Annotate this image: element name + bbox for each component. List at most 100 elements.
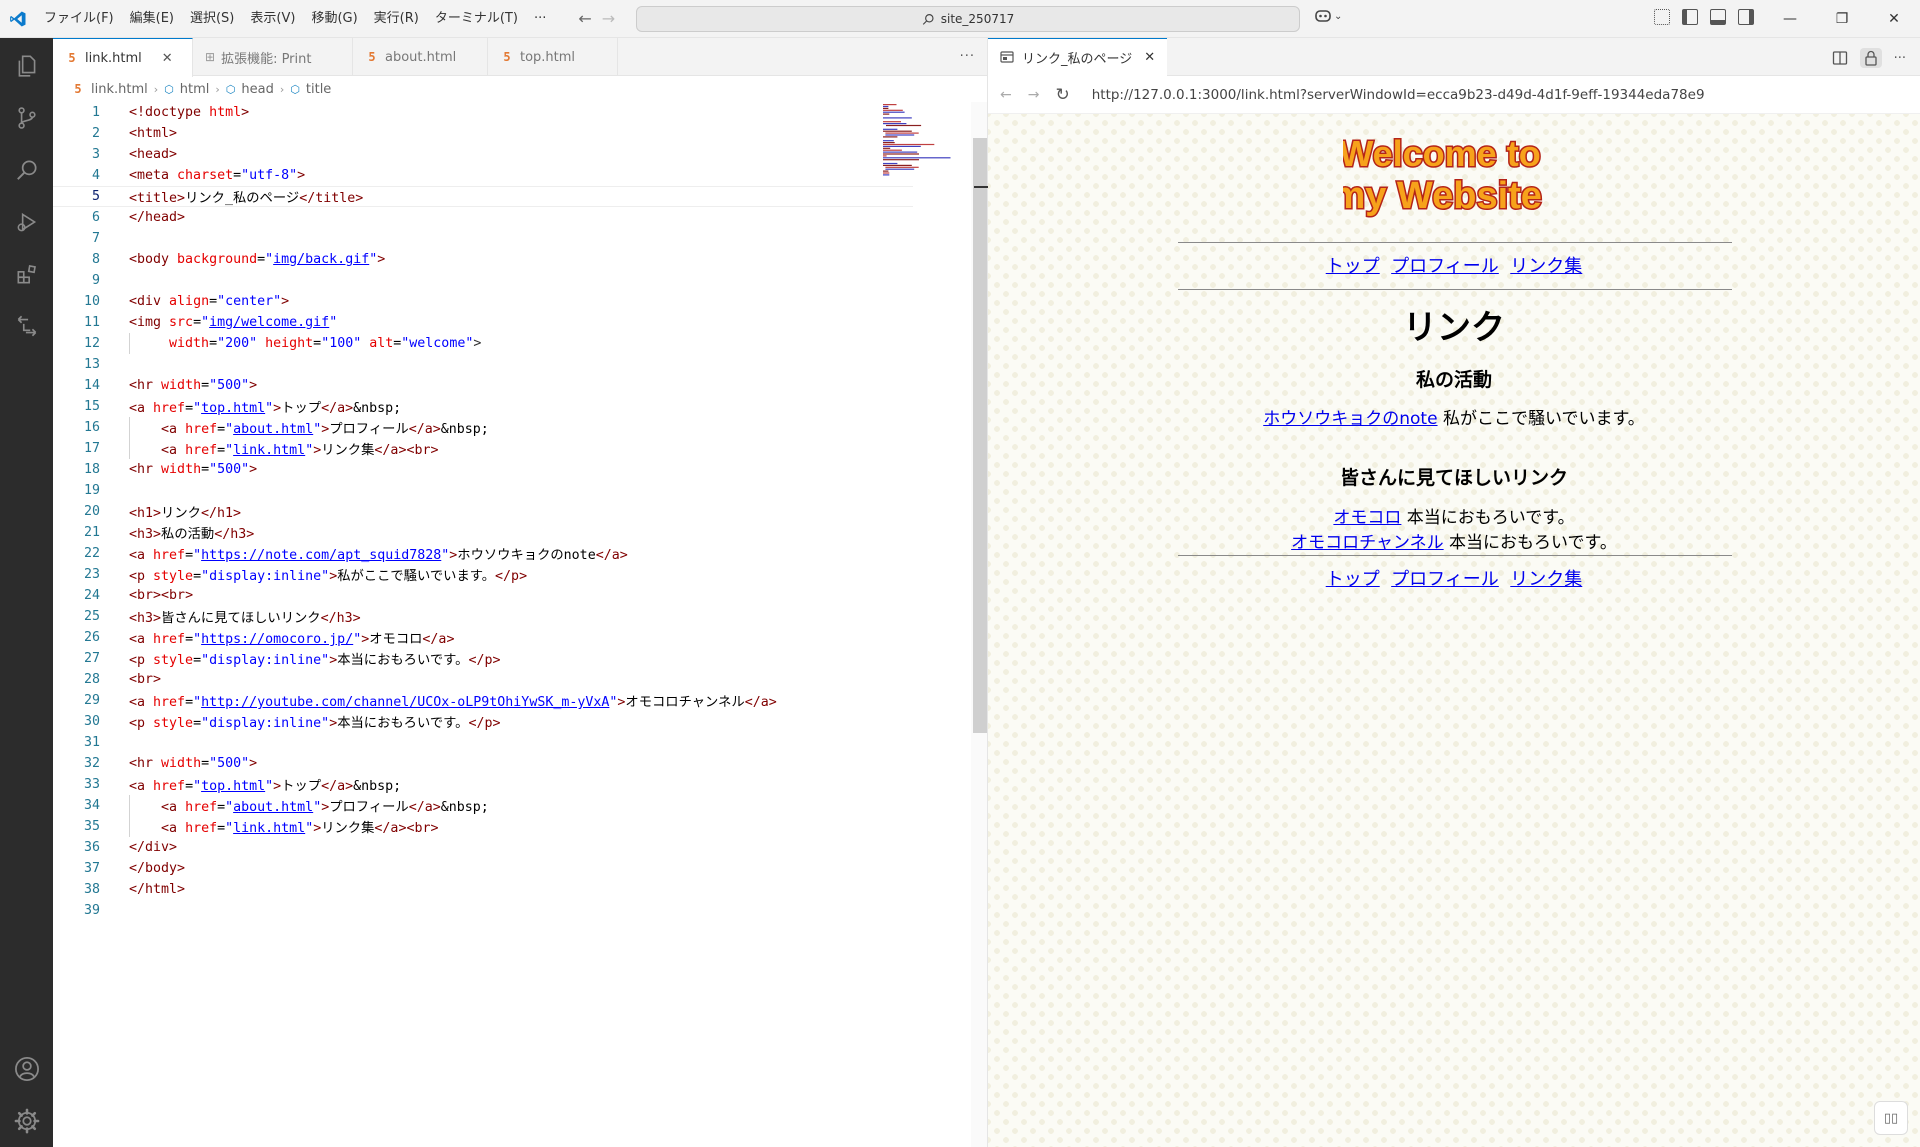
- code-line[interactable]: 11 <img src="img/welcome.gif": [53, 312, 913, 333]
- copilot-button[interactable]: ⌄: [1314, 8, 1342, 24]
- reload-icon[interactable]: ↻: [1055, 85, 1069, 105]
- code-line[interactable]: 22 <a href="https://note.com/apt_squid782…: [53, 543, 913, 564]
- code-line[interactable]: 29 <a href="http://youtube.com/channel/UC…: [53, 690, 913, 711]
- code-text: <p style="display:inline">私がここで騒いでいます。</…: [129, 569, 528, 584]
- code-line[interactable]: 25 <h3>皆さんに見てほしいリンク</h3>: [53, 606, 913, 627]
- nav-link-top[interactable]: トップ: [1326, 256, 1380, 277]
- code-line[interactable]: 27 <p style="display:inline">本当におもろいです。</…: [53, 648, 913, 669]
- code-line[interactable]: 2 <html>: [53, 123, 913, 144]
- extensions-view-icon[interactable]: [0, 248, 53, 300]
- code-line[interactable]: 32 <hr width="500">: [53, 753, 913, 774]
- menu-selection[interactable]: 選択(S): [182, 0, 242, 38]
- code-line[interactable]: 14 <hr width="500">: [53, 375, 913, 396]
- toggle-panel-icon[interactable]: [1710, 9, 1726, 25]
- more-actions-icon[interactable]: ···: [1894, 51, 1906, 66]
- close-window-button[interactable]: ✕: [1868, 0, 1920, 38]
- close-tab-icon[interactable]: ✕: [1144, 50, 1155, 65]
- breadcrumb-item[interactable]: link.html: [91, 82, 148, 97]
- run-and-debug-icon[interactable]: [0, 196, 53, 248]
- remote-explorer-icon[interactable]: [0, 300, 53, 352]
- horizontal-rule: [1178, 242, 1732, 243]
- code-line[interactable]: 31: [53, 732, 913, 753]
- accounts-icon[interactable]: [0, 1043, 53, 1095]
- code-line[interactable]: 15 <a href="top.html">トップ</a>&nbsp;: [53, 396, 913, 417]
- breadcrumb-item[interactable]: title: [306, 82, 331, 97]
- manage-gear-icon[interactable]: [0, 1095, 53, 1147]
- code-line[interactable]: 18 <hr width="500">: [53, 459, 913, 480]
- code-line[interactable]: 39: [53, 900, 913, 921]
- note-link[interactable]: ホウソウキョクのnote: [1263, 409, 1437, 429]
- breadcrumb-item[interactable]: html: [180, 82, 210, 97]
- menu-run[interactable]: 実行(R): [366, 0, 427, 38]
- code-line[interactable]: 26 <a href="https://omocoro.jp/">オモコロ</a>: [53, 627, 913, 648]
- menu-edit[interactable]: 編集(E): [122, 0, 182, 38]
- forward-arrow-icon[interactable]: →: [602, 9, 615, 28]
- explorer-icon[interactable]: [0, 40, 53, 92]
- tab-link-html[interactable]: 5 link.html ✕: [53, 38, 193, 77]
- menu-terminal[interactable]: ターミナル(T): [427, 0, 526, 38]
- url-input[interactable]: http://127.0.0.1:3000/link.html?serverWi…: [1092, 87, 1705, 103]
- forward-arrow-icon[interactable]: →: [1028, 87, 1040, 103]
- customize-layout-icon[interactable]: [1654, 9, 1670, 25]
- toggle-secondary-sidebar-icon[interactable]: [1738, 9, 1754, 25]
- code-line[interactable]: 20 <h1>リンク</h1>: [53, 501, 913, 522]
- code-line[interactable]: 7: [53, 228, 913, 249]
- nav-link-profile[interactable]: プロフィール: [1391, 256, 1499, 277]
- menu-file[interactable]: ファイル(F): [36, 0, 122, 38]
- menu-view[interactable]: 表示(V): [242, 0, 303, 38]
- code-line[interactable]: 38 </html>: [53, 879, 913, 900]
- menu-go[interactable]: 移動(G): [303, 0, 365, 38]
- code-line[interactable]: 23 <p style="display:inline">私がここで騒いでいます。…: [53, 564, 913, 585]
- code-line[interactable]: 13: [53, 354, 913, 375]
- code-line[interactable]: 33 <a href="top.html">トップ</a>&nbsp;: [53, 774, 913, 795]
- code-line[interactable]: 35 <a href="link.html">リンク集</a><br>: [53, 816, 913, 837]
- split-editor-icon[interactable]: [1832, 50, 1848, 66]
- code-line[interactable]: 16 <a href="about.html">プロフィール</a>&nbsp;: [53, 417, 913, 438]
- restore-button[interactable]: ❐: [1816, 0, 1868, 38]
- back-arrow-icon[interactable]: ←: [1000, 87, 1012, 103]
- tab-preview[interactable]: リンク_私のページ ✕: [988, 37, 1168, 76]
- code-line[interactable]: 36 </div>: [53, 837, 913, 858]
- menu-more[interactable]: ···: [526, 0, 554, 38]
- code-line[interactable]: 12 width="200" height="100" alt="welcome…: [53, 333, 913, 354]
- lock-group-button[interactable]: [1859, 48, 1882, 68]
- open-in-browser-icon[interactable]: ▯▯: [1874, 1101, 1908, 1135]
- code-line[interactable]: 8 <body background="img/back.gif">: [53, 249, 913, 270]
- more-actions-icon[interactable]: ···: [960, 38, 975, 76]
- code-editor[interactable]: 1 <!doctype html> 2 <html> 3 <head> 4 <meta cha…: [53, 102, 913, 921]
- code-line[interactable]: 21 <h3>私の活動</h3>: [53, 522, 913, 543]
- omocoro-link[interactable]: オモコロ: [1333, 508, 1401, 528]
- code-line[interactable]: 34 <a href="about.html">プロフィール</a>&nbsp;: [53, 795, 913, 816]
- code-line[interactable]: 5 <title>リンク_私のページ</title>: [53, 186, 913, 207]
- code-line[interactable]: 37 </body>: [53, 858, 913, 879]
- tab-extension-print[interactable]: ⊞ 拡張機能: Print: [193, 38, 353, 76]
- code-line[interactable]: 4 <meta charset="utf-8">: [53, 165, 913, 186]
- code-line[interactable]: 28 <br>: [53, 669, 913, 690]
- command-center-search[interactable]: site_250717: [636, 6, 1300, 32]
- code-line[interactable]: 1 <!doctype html>: [53, 102, 913, 123]
- code-line[interactable]: 9: [53, 270, 913, 291]
- code-line[interactable]: 6 </head>: [53, 207, 913, 228]
- minimize-button[interactable]: —: [1764, 0, 1816, 38]
- nav-link-links[interactable]: リンク集: [1510, 256, 1582, 277]
- search-view-icon[interactable]: [0, 144, 53, 196]
- omocoro-channel-link[interactable]: オモコロチャンネル: [1291, 533, 1444, 553]
- close-tab-icon[interactable]: ✕: [162, 51, 173, 66]
- code-line[interactable]: 19: [53, 480, 913, 501]
- code-line[interactable]: 17 <a href="link.html">リンク集</a><br>: [53, 438, 913, 459]
- code-line[interactable]: 10 <div align="center">: [53, 291, 913, 312]
- editor-scrollbar-thumb[interactable]: [973, 138, 987, 733]
- code-line[interactable]: 30 <p style="display:inline">本当におもろいです。</…: [53, 711, 913, 732]
- source-control-icon[interactable]: [0, 92, 53, 144]
- code-line[interactable]: 24 <br><br>: [53, 585, 913, 606]
- tab-top-html[interactable]: 5 top.html: [488, 38, 618, 76]
- nav-link-top[interactable]: トップ: [1326, 569, 1380, 590]
- back-arrow-icon[interactable]: ←: [578, 9, 591, 28]
- tab-about-html[interactable]: 5 about.html: [353, 38, 488, 76]
- code-line[interactable]: 3 <head>: [53, 144, 913, 165]
- nav-link-links[interactable]: リンク集: [1510, 569, 1582, 590]
- breadcrumb-item[interactable]: head: [241, 82, 273, 97]
- minimap[interactable]: [881, 102, 971, 182]
- toggle-primary-sidebar-icon[interactable]: [1682, 9, 1698, 25]
- nav-link-profile[interactable]: プロフィール: [1391, 569, 1499, 590]
